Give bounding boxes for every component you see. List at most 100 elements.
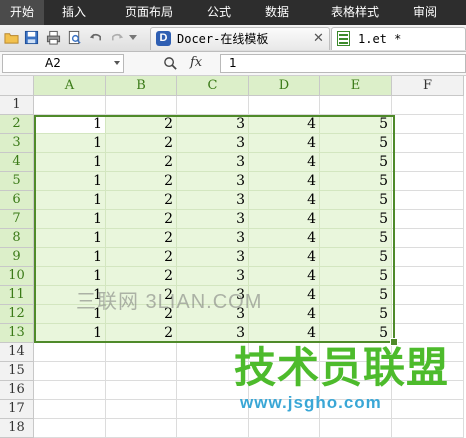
cell-e10[interactable]: 5 (320, 267, 392, 286)
cell-b2[interactable]: 2 (106, 115, 177, 134)
cell-d7[interactable]: 4 (249, 210, 320, 229)
cell-c18[interactable] (177, 419, 249, 438)
cell-c7[interactable]: 3 (177, 210, 249, 229)
formula-input[interactable]: 1 (220, 54, 466, 73)
row-header-11[interactable]: 11 (0, 286, 34, 305)
cell-e4[interactable]: 5 (320, 153, 392, 172)
tab-data[interactable]: 数据 (244, 0, 310, 25)
cell-f4[interactable] (392, 153, 464, 172)
cell-c13[interactable]: 3 (177, 324, 249, 343)
cell-a15[interactable] (34, 362, 106, 381)
cell-c5[interactable]: 3 (177, 172, 249, 191)
fx-label[interactable]: fx (190, 55, 202, 70)
redo-icon[interactable] (110, 30, 125, 45)
cell-a13[interactable]: 1 (34, 324, 106, 343)
column-header-f[interactable]: F (392, 76, 464, 96)
tab-home[interactable]: 开始 (0, 0, 44, 25)
cell-a10[interactable]: 1 (34, 267, 106, 286)
cell-b15[interactable] (106, 362, 177, 381)
cell-b16[interactable] (106, 381, 177, 400)
column-header-c[interactable]: C (177, 76, 249, 96)
cell-b10[interactable]: 2 (106, 267, 177, 286)
cell-a17[interactable] (34, 400, 106, 419)
cell-c3[interactable]: 3 (177, 134, 249, 153)
cell-b13[interactable]: 2 (106, 324, 177, 343)
cell-a6[interactable]: 1 (34, 191, 106, 210)
cell-f3[interactable] (392, 134, 464, 153)
tab-page-layout[interactable]: 页面布局 (104, 0, 194, 25)
cell-e12[interactable]: 5 (320, 305, 392, 324)
row-header-1[interactable]: 1 (0, 96, 34, 115)
column-header-b[interactable]: B (106, 76, 177, 96)
cell-f13[interactable] (392, 324, 464, 343)
cell-c9[interactable]: 3 (177, 248, 249, 267)
cell-a4[interactable]: 1 (34, 153, 106, 172)
row-header-3[interactable]: 3 (0, 134, 34, 153)
doc-tab-spreadsheet[interactable]: 1.et * (331, 27, 466, 50)
cell-d4[interactable]: 4 (249, 153, 320, 172)
cell-b3[interactable]: 2 (106, 134, 177, 153)
cell-a14[interactable] (34, 343, 106, 362)
cell-b14[interactable] (106, 343, 177, 362)
cell-e11[interactable]: 5 (320, 286, 392, 305)
row-header-13[interactable]: 13 (0, 324, 34, 343)
row-header-9[interactable]: 9 (0, 248, 34, 267)
cell-e3[interactable]: 5 (320, 134, 392, 153)
name-box[interactable]: A2 (2, 54, 124, 73)
cell-f2[interactable] (392, 115, 464, 134)
cell-c1[interactable] (177, 96, 249, 115)
cell-b18[interactable] (106, 419, 177, 438)
cell-c6[interactable]: 3 (177, 191, 249, 210)
cell-e7[interactable]: 5 (320, 210, 392, 229)
cell-b5[interactable]: 2 (106, 172, 177, 191)
row-header-5[interactable]: 5 (0, 172, 34, 191)
cell-a2[interactable]: 1 (34, 115, 106, 134)
cell-a18[interactable] (34, 419, 106, 438)
cell-a16[interactable] (34, 381, 106, 400)
cell-e8[interactable]: 5 (320, 229, 392, 248)
row-header-7[interactable]: 7 (0, 210, 34, 229)
undo-icon[interactable] (88, 30, 103, 45)
print-preview-icon[interactable] (67, 30, 82, 45)
cell-a1[interactable] (34, 96, 106, 115)
redo-dropdown-icon[interactable] (129, 35, 137, 41)
cell-e2[interactable]: 5 (320, 115, 392, 134)
tab-review[interactable]: 审阅 (400, 0, 450, 25)
row-header-2[interactable]: 2 (0, 115, 34, 134)
cell-a3[interactable]: 1 (34, 134, 106, 153)
cell-e18[interactable] (320, 419, 392, 438)
column-header-d[interactable]: D (249, 76, 320, 96)
cell-d10[interactable]: 4 (249, 267, 320, 286)
cell-d5[interactable]: 4 (249, 172, 320, 191)
cell-a5[interactable]: 1 (34, 172, 106, 191)
cell-d1[interactable] (249, 96, 320, 115)
chevron-down-icon[interactable] (114, 61, 120, 65)
cell-c17[interactable] (177, 400, 249, 419)
doc-tab-docer[interactable]: D Docer-在线模板 ✕ (150, 27, 330, 50)
cell-d9[interactable]: 4 (249, 248, 320, 267)
cell-d6[interactable]: 4 (249, 191, 320, 210)
cell-f6[interactable] (392, 191, 464, 210)
cell-f9[interactable] (392, 248, 464, 267)
column-header-a[interactable]: A (34, 76, 106, 96)
cell-d2[interactable]: 4 (249, 115, 320, 134)
cell-f5[interactable] (392, 172, 464, 191)
cell-f1[interactable] (392, 96, 464, 115)
cell-e1[interactable] (320, 96, 392, 115)
cell-c8[interactable]: 3 (177, 229, 249, 248)
open-folder-icon[interactable] (4, 30, 19, 45)
cell-b6[interactable]: 2 (106, 191, 177, 210)
row-header-14[interactable]: 14 (0, 343, 34, 362)
cell-b1[interactable] (106, 96, 177, 115)
cell-b9[interactable]: 2 (106, 248, 177, 267)
cell-a7[interactable]: 1 (34, 210, 106, 229)
cell-e5[interactable]: 5 (320, 172, 392, 191)
tab-formulas[interactable]: 公式 (194, 0, 244, 25)
close-icon[interactable]: ✕ (313, 28, 324, 50)
select-all-corner[interactable] (0, 76, 34, 96)
cell-b4[interactable]: 2 (106, 153, 177, 172)
cell-f11[interactable] (392, 286, 464, 305)
cell-b17[interactable] (106, 400, 177, 419)
row-header-18[interactable]: 18 (0, 419, 34, 438)
cell-b7[interactable]: 2 (106, 210, 177, 229)
